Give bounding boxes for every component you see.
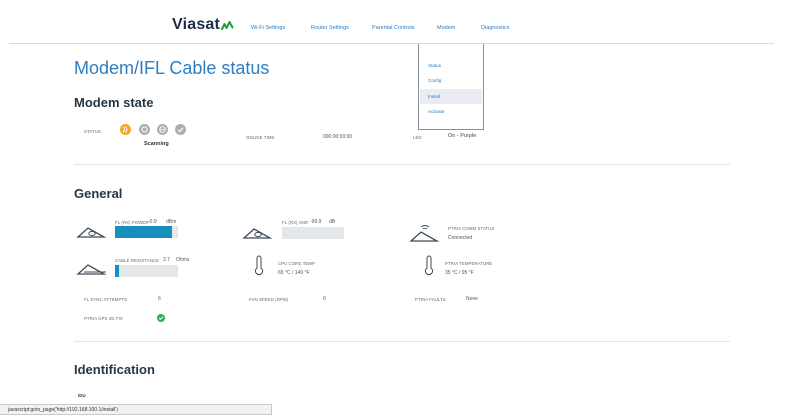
brand-name: Viasat — [172, 16, 221, 33]
dish-power-icon — [76, 227, 106, 238]
page-title: Modem/IFL Cable status — [74, 58, 270, 78]
status-label: STATUS — [84, 129, 101, 134]
ptria-faults-value: None — [466, 296, 478, 302]
cable-resistance-bar — [115, 265, 178, 277]
thermometer-cpu-icon — [254, 255, 264, 276]
nav-parental-controls[interactable]: Parental Controls — [372, 25, 415, 31]
modem-dropdown-menu: Status Config Install Activate — [418, 44, 484, 130]
menu-item-config[interactable]: Config — [420, 73, 482, 88]
section-divider — [74, 164, 730, 165]
fl-rx-snr-value: -99.9 — [310, 219, 322, 225]
thermometer-ptria-icon — [424, 255, 434, 276]
nav-modem[interactable]: Modem — [437, 25, 455, 31]
dish-snr-icon — [242, 228, 272, 239]
ptria-gps-3d-fix-label: PTRIA GPS 3D FIX — [84, 316, 123, 321]
cable-resistance-value: 2.7 — [163, 257, 170, 263]
cpu-core-temp-label: CPU CORE TEMP — [278, 261, 316, 266]
idu-label: IDU — [78, 393, 86, 398]
cpu-core-temp-value: 65 °C / 149 °F — [278, 270, 310, 276]
status-network-icon — [157, 124, 168, 135]
nav-router-settings[interactable]: Router Settings — [311, 25, 349, 31]
led-value: On - Purple — [448, 133, 477, 139]
modem-state-heading: Modem state — [74, 95, 154, 110]
fan-speed-label: FAN SPEED (RPM) — [249, 297, 289, 302]
fan-speed-value: 0 — [323, 296, 326, 302]
menu-item-status[interactable]: Status — [420, 58, 482, 73]
viasat-logo[interactable]: Viasat — [172, 16, 234, 34]
section-divider — [74, 341, 730, 342]
status-text: Scanning — [144, 141, 169, 147]
menu-item-install[interactable]: Install — [420, 89, 482, 104]
header-divider — [9, 43, 774, 44]
status-online-check-icon — [175, 124, 186, 135]
cable-resistance-label: CABLE RESISTANCE — [115, 258, 160, 263]
ptria-comm-icon — [409, 225, 439, 242]
ptria-comm-status-value: Connected — [448, 235, 473, 241]
gps-fix-check-icon — [157, 314, 165, 322]
identification-heading: Identification — [74, 362, 155, 377]
nav-diagnostics[interactable]: Diagnostics — [481, 25, 509, 31]
online-time-value: 000:00:00:00 — [323, 134, 353, 140]
menu-item-activate[interactable]: Activate — [420, 104, 482, 119]
fl-rx-power-label: FL (RX) POWER — [115, 220, 149, 225]
nav-wifi-settings[interactable]: Wi-Fi Settings — [251, 25, 285, 31]
browser-status-bar: javascript:goto_page('http://192.168.100… — [0, 404, 272, 415]
ptria-comm-status-label: PTRIA COMM STATUS — [448, 226, 495, 231]
cable-resistance-unit: Ohms — [176, 257, 190, 263]
led-label: LED — [413, 135, 422, 140]
fl-rx-snr-label: FL (RX) SNR — [282, 220, 309, 225]
fl-rx-power-bar — [115, 226, 178, 238]
cable-resistance-bar-fill — [115, 265, 119, 277]
online-time-label: ONLINE TIME — [246, 135, 275, 140]
fl-rx-power-bar-fill — [115, 226, 172, 238]
ptria-temperature-value: 35 °C / 95 °F — [445, 270, 474, 276]
fl-sync-attempts-label: FL SYNC ATTEMPTS — [84, 297, 128, 302]
fl-rx-power-value: -0.9 — [148, 219, 157, 225]
status-signal-icon — [139, 124, 150, 135]
ptria-temperature-label: PTRIA TEMPERATURE — [445, 261, 493, 266]
viasat-wave-icon — [221, 21, 234, 30]
cable-resistance-icon — [76, 264, 107, 275]
general-heading: General — [74, 186, 123, 201]
fl-rx-power-unit: dBm — [166, 219, 177, 225]
fl-rx-snr-unit: dB — [329, 219, 336, 225]
fl-sync-attempts-value: 6 — [158, 296, 161, 302]
status-scanning-icon — [120, 124, 131, 135]
fl-rx-snr-bar — [282, 227, 344, 239]
ptria-faults-label: PTRIA FAULTS — [415, 297, 446, 302]
